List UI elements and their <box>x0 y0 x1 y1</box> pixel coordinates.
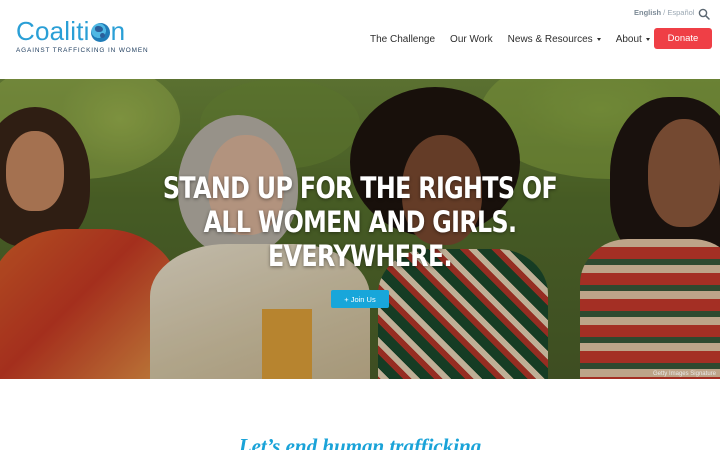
nav-label: The Challenge <box>370 34 436 45</box>
hero-headline-line: STAND UP FOR THE RIGHTS OF <box>162 171 558 205</box>
hero-headline-line: ALL WOMEN AND GIRLS. <box>203 205 517 239</box>
chevron-down-icon <box>645 38 650 41</box>
nav-label: Our Work <box>450 34 493 45</box>
site-header: Coaliti n AGAINST TRAFFICKING IN WOMEN En… <box>0 0 720 79</box>
hero-headline-line: EVERYWHERE. <box>268 239 453 273</box>
logo-tagline: AGAINST TRAFFICKING IN WOMEN <box>16 47 149 54</box>
logo-text-end: n <box>110 16 126 46</box>
nav-label: About <box>615 34 642 45</box>
language-english[interactable]: English <box>634 8 661 17</box>
site-logo[interactable]: Coaliti n AGAINST TRAFFICKING IN WOMEN <box>16 18 149 56</box>
nav-about[interactable]: About <box>616 34 650 45</box>
globe-icon <box>90 22 110 42</box>
nav-our-work[interactable]: Our Work <box>450 34 493 45</box>
search-icon[interactable] <box>698 8 710 20</box>
nav-the-challenge[interactable]: The Challenge <box>370 34 435 45</box>
section-heading: Let’s end human trafficking <box>238 434 482 450</box>
hero-banner: STAND UP FOR THE RIGHTS OF ALL WOMEN AND… <box>0 79 720 379</box>
join-us-button[interactable]: + Join Us <box>331 290 389 308</box>
photo-credit: Getty Images Signature <box>652 371 716 377</box>
main-nav: The Challenge Our Work News & Resources … <box>370 34 665 45</box>
logo-text-start: Coaliti <box>16 16 90 46</box>
hero-headline: STAND UP FOR THE RIGHTS OF ALL WOMEN AND… <box>65 171 655 273</box>
logo-wordmark: Coaliti n <box>16 18 142 44</box>
language-switcher: English / Español <box>634 8 694 17</box>
nav-label: News & Resources <box>507 34 593 45</box>
language-espanol[interactable]: Español <box>667 8 694 17</box>
chevron-down-icon <box>596 38 601 41</box>
nav-news-resources[interactable]: News & Resources <box>508 34 601 45</box>
donate-button[interactable]: Donate <box>654 28 712 49</box>
